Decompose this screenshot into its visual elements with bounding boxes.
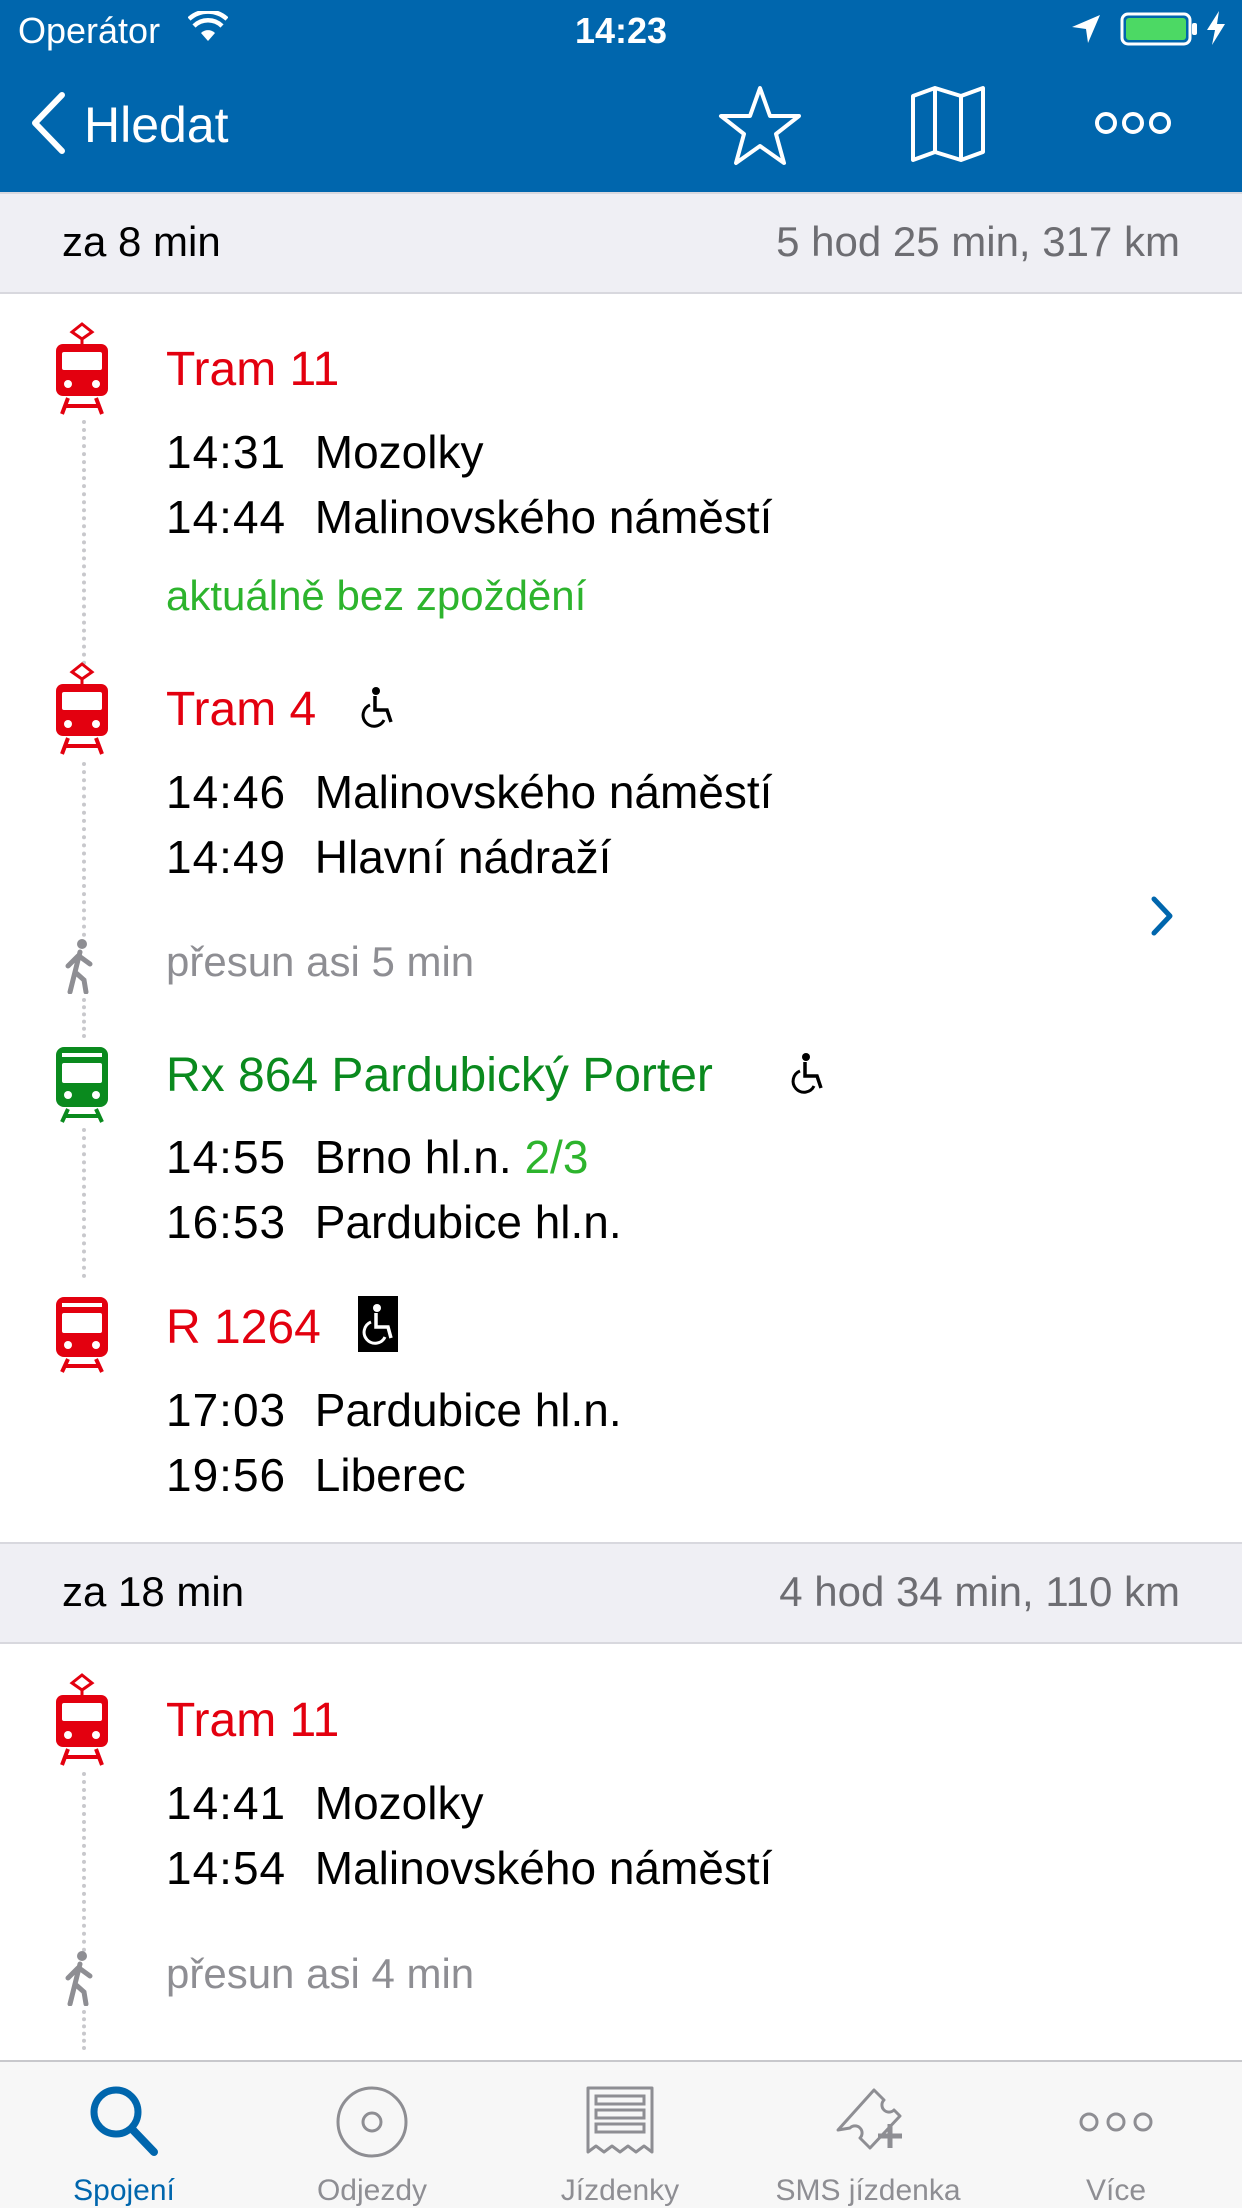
stop-row: 14:54 Malinovského náměstí — [166, 1841, 772, 1895]
stop-time: 14:46 — [166, 766, 287, 818]
connection-header[interactable]: za 8 min 5 hod 25 min, 317 km — [0, 192, 1242, 294]
tab-bar: Spojení Odjezdy Jízdenky SMS jízdenka Ví… — [0, 2060, 1242, 2208]
duration-distance: 5 hod 25 min, 317 km — [776, 218, 1180, 265]
wheelchair-icon — [790, 1052, 826, 1101]
clock: 14:23 — [574, 10, 668, 51]
nav-bar: Hledat — [0, 60, 1242, 192]
stop-time: 14:44 — [166, 491, 287, 543]
wheelchair-icon — [360, 686, 396, 735]
leg-title: Tram 11 — [166, 343, 340, 396]
tab-label: Odjezdy — [316, 2174, 428, 2207]
tab-odjezdy[interactable]: Odjezdy — [248, 2062, 496, 2208]
leg-title: Rx 864 Pardubický Porter — [166, 1049, 713, 1102]
tab-jizdenky[interactable]: Jízdenky — [496, 2062, 744, 2208]
stop-station: Liberec — [314, 1449, 466, 1501]
stop-row: 14:49 Hlavní nádraží — [166, 830, 611, 884]
stop-row: 14:31 Mozolky — [166, 425, 484, 479]
back-label: Hledat — [84, 97, 229, 153]
sms-ticket-icon — [828, 2082, 908, 2162]
chevron-right-icon[interactable] — [1150, 895, 1174, 942]
route-line — [82, 1128, 86, 1278]
stop-station: Malinovského náměstí — [314, 491, 773, 543]
stop-station: Malinovského náměstí — [314, 766, 773, 818]
stop-time: 19:56 — [166, 1449, 287, 1501]
route-line — [82, 998, 86, 1038]
walking-icon — [62, 938, 98, 999]
stop-station: Mozolky — [314, 1777, 484, 1829]
map-icon[interactable] — [910, 84, 986, 169]
tab-spojeni[interactable]: Spojení — [0, 2062, 248, 2208]
leg-title: R 1264 — [166, 1301, 321, 1354]
back-button[interactable]: Hledat — [30, 90, 229, 160]
more-icon[interactable] — [1095, 110, 1171, 141]
star-icon[interactable] — [718, 84, 802, 173]
stop-row: 14:55 Brno hl.n. 2/3 — [166, 1130, 588, 1184]
stop-station: Mozolky — [314, 426, 484, 478]
search-icon — [84, 2082, 164, 2162]
train-icon — [52, 1295, 112, 1378]
tram-icon — [52, 322, 112, 421]
stop-time: 14:41 — [166, 1777, 287, 1829]
tab-vice[interactable]: Více — [992, 2062, 1240, 2208]
stop-time: 14:54 — [166, 1842, 287, 1894]
more-icon — [1076, 2082, 1156, 2162]
departures-icon — [332, 2082, 412, 2162]
route-line — [82, 420, 86, 665]
stop-station: Hlavní nádraží — [314, 831, 612, 883]
stop-time: 17:03 — [166, 1384, 287, 1436]
status-bar: Operátor 14:23 — [0, 0, 1242, 60]
tab-label: SMS jízdenka — [775, 2174, 961, 2207]
stop-row: 14:44 Malinovského náměstí — [166, 490, 772, 544]
battery-icon — [1120, 12, 1200, 55]
tram-icon — [52, 1673, 112, 1772]
tab-label: Jízdenky — [560, 2174, 680, 2207]
duration-distance: 4 hod 34 min, 110 km — [779, 1568, 1180, 1615]
route-line — [82, 762, 86, 937]
stop-row: 17:03 Pardubice hl.n. — [166, 1383, 622, 1437]
stop-row: 14:46 Malinovského náměstí — [166, 765, 772, 819]
tab-label: Spojení — [73, 2174, 175, 2207]
leg-title: Tram 4 — [166, 683, 317, 736]
stop-time: 14:31 — [166, 426, 287, 478]
stop-row: 19:56 Liberec — [166, 1448, 466, 1502]
header: Operátor 14:23 Hledat — [0, 0, 1242, 192]
delay-status: aktuálně bez zpoždění — [166, 572, 587, 619]
leg-title: Tram 11 — [166, 1694, 340, 1747]
tab-sms-jizdenka[interactable]: SMS jízdenka — [744, 2062, 992, 2208]
charging-bolt-icon — [1205, 10, 1227, 55]
transfer-label: přesun asi 5 min — [166, 938, 475, 985]
train-icon — [52, 1045, 112, 1128]
departure-in: za 18 min — [62, 1568, 245, 1615]
stop-station: Brno hl.n. — [314, 1131, 512, 1183]
wheelchair-icon — [358, 1296, 398, 1357]
stop-row: 16:53 Pardubice hl.n. — [166, 1195, 622, 1249]
platform-number: 2/3 — [524, 1131, 589, 1183]
connection-header[interactable]: za 18 min 4 hod 34 min, 110 km — [0, 1542, 1242, 1644]
stop-time: 14:49 — [166, 831, 287, 883]
stop-station: Pardubice hl.n. — [314, 1196, 622, 1248]
stop-time: 16:53 — [166, 1196, 287, 1248]
tickets-icon — [580, 2082, 660, 2162]
stop-station: Malinovského náměstí — [314, 1842, 773, 1894]
walking-icon — [62, 1950, 98, 2011]
tram-icon — [52, 662, 112, 761]
location-arrow-icon — [1070, 12, 1102, 54]
transfer-label: přesun asi 4 min — [166, 1950, 475, 1997]
route-line — [82, 1772, 86, 1952]
chevron-left-icon — [30, 91, 66, 159]
stop-station: Pardubice hl.n. — [314, 1384, 622, 1436]
route-line — [82, 2010, 86, 2050]
departure-in: za 8 min — [62, 218, 221, 265]
tab-label: Více — [1085, 2174, 1147, 2207]
stop-time: 14:55 — [166, 1131, 287, 1183]
stop-row: 14:41 Mozolky — [166, 1776, 484, 1830]
